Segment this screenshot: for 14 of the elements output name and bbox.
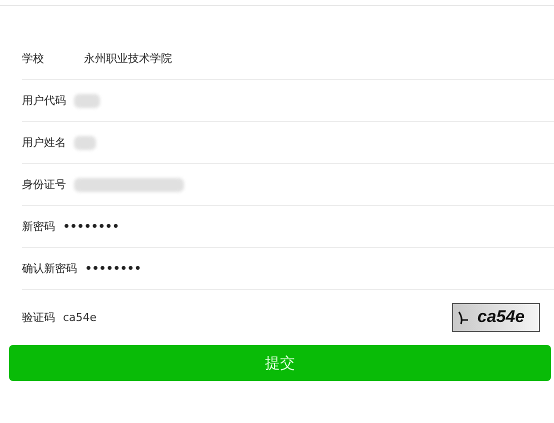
captcha-field[interactable]: ca54e xyxy=(63,310,97,324)
field-label: 用户姓名 xyxy=(22,135,66,150)
password-field[interactable]: •••••••• xyxy=(63,220,120,233)
field-label: 身份证号 xyxy=(22,177,66,192)
redacted-value xyxy=(74,136,96,150)
field-label: 新密码 xyxy=(22,219,55,234)
field-label: 学校 xyxy=(22,51,45,66)
password-field[interactable]: •••••••• xyxy=(85,262,142,275)
captcha-image[interactable]: ca54e xyxy=(452,302,540,332)
field-value: 永州职业技术学院 xyxy=(84,51,172,66)
field-label: 用户代码 xyxy=(22,93,66,108)
field-label: 确认新密码 xyxy=(22,261,77,276)
field-label: 验证码 xyxy=(22,310,55,324)
redacted-value xyxy=(74,94,100,108)
